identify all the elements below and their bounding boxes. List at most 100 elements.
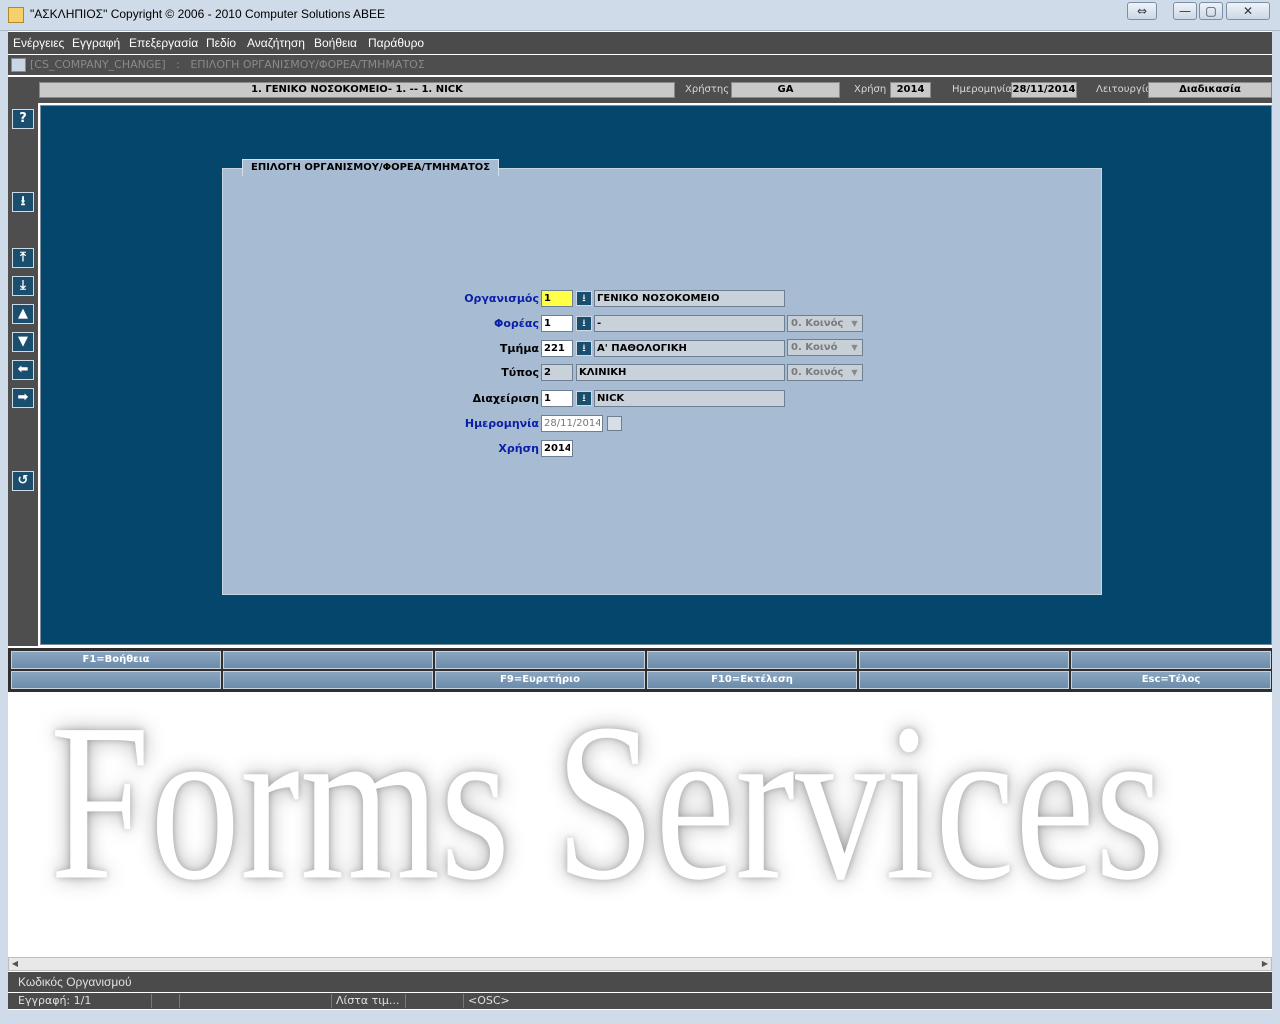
menu-edit[interactable]: Επεξεργασία [129,36,198,50]
foreas-label: Φορέας [494,317,539,330]
status-lov: Λίστα τιμ... [332,994,406,1008]
menu-actions[interactable]: Ενέργειες [13,36,64,50]
fkey-exit-button[interactable]: Esc=Τέλος [1071,671,1271,689]
status-cell-3 [180,994,332,1008]
foreas-lov-icon[interactable]: ⭳ [576,316,592,331]
imerominia-input[interactable] [541,415,603,432]
fkey-r1-c2[interactable] [223,651,433,669]
next-block-icon[interactable]: ➡ [12,388,34,408]
selection-panel: Οργανισμός ⭳ Φορέας ⭳ 0. Κοινός ▼ Τμήμα ⭳… [222,168,1102,595]
vertical-toolbar: ? ⭳ ⤒ ⤓ ▲ ▼ ⬅ ➡ ↺ [8,103,38,646]
organismos-desc-field [594,290,785,307]
diaxeirisi-code-input[interactable] [541,390,573,407]
window-frame-bottom [0,1010,1280,1024]
foreas-type-select[interactable]: 0. Κοινός ▼ [787,315,863,332]
tmima-type-select[interactable]: 0. Κοινό ▼ [787,339,863,356]
function-key-bar: F1=Βοήθεια F9=Ευρετήριο F10=Εκτέλεση Esc… [8,648,1272,692]
window-titlebar: "ΑΣΚΛΗΠΙΟΣ" Copyright © 2006 - 2010 Comp… [0,0,1280,31]
form-path-bar: [CS_COMPANY_CHANGE] : ΕΠΙΛΟΓΗ ΟΡΓΑΝΙΣΜΟΥ… [8,55,1272,75]
first-record-icon[interactable]: ⤒ [12,248,34,268]
typos-label: Τύπος [501,366,539,379]
status-bar: Εγγραφή: 1/1 Λίστα τιμ... <OSC> [8,993,1272,1009]
fkey-r2-c5[interactable] [859,671,1069,689]
typos-type-select[interactable]: 0. Κοινός ▼ [787,364,863,381]
scroll-left-icon[interactable]: ◀ [9,958,21,970]
fkey-execute-button[interactable]: F10=Εκτέλεση [647,671,857,689]
undo-icon[interactable]: ↺ [12,471,34,491]
context-info-bar: 1. ΓΕΝΙΚΟ ΝΟΣΟΚΟΜΕΙΟ- 1. -- 1. NICK Χρήσ… [8,77,1272,103]
forms-services-watermark: Forms Services [50,677,1165,927]
menu-window[interactable]: Παράθυρο [368,36,424,50]
diaxeirisi-desc-field [594,390,785,407]
fkey-r1-c4[interactable] [647,651,857,669]
function-label: Λειτουργία [1096,84,1152,95]
diaxeirisi-label: Διαχείριση [472,392,539,405]
fkey-r1-c3[interactable] [435,651,645,669]
fkey-r1-c6[interactable] [1071,651,1271,669]
close-button[interactable]: ✕ [1226,2,1270,20]
window-frame-left [0,30,8,1010]
tmima-desc-field [594,340,785,357]
tmima-code-input[interactable] [541,340,573,357]
form-document-icon [11,58,26,72]
diaxeirisi-lov-icon[interactable]: ⭳ [576,391,592,406]
status-cell-5 [406,994,464,1008]
organismos-code-input[interactable] [541,290,573,307]
last-record-icon[interactable]: ⤓ [12,276,34,296]
fkey-index-button[interactable]: F9=Ευρετήριο [435,671,645,689]
typos-desc-field [576,364,785,381]
chevron-down-icon: ▼ [851,343,858,352]
next-record-icon[interactable]: ▼ [12,332,34,352]
status-message: Κωδικός Οργανισμού [18,975,132,989]
year-label: Χρήση [854,84,887,95]
menu-field[interactable]: Πεδίο [206,36,236,50]
xrisi-label: Χρήση [498,442,539,455]
fkey-r2-c2[interactable] [223,671,433,689]
panel-title: ΕΠΙΛΟΓΗ ΟΡΓΑΝΙΣΜΟΥ/ΦΟΡΕΑ/ΤΜΗΜΑΤΟΣ [242,159,500,176]
app-icon [8,7,24,23]
previous-record-icon[interactable]: ▲ [12,304,34,324]
menu-help[interactable]: Βοήθεια [314,36,357,50]
date-value: 28/11/2014 [1011,82,1077,98]
status-mode: <OSC> [468,994,510,1007]
form-path: [CS_COMPANY_CHANGE] : ΕΠΙΛΟΓΗ ΟΡΓΑΝΙΣΜΟΥ… [30,58,425,71]
minimize-button[interactable]: — [1173,2,1197,20]
status-record: Εγγραφή: 1/1 [14,994,152,1008]
organismos-lov-icon[interactable]: ⭳ [576,291,592,306]
chevron-down-icon: ▼ [851,368,858,377]
fkey-help-button[interactable]: F1=Βοήθεια [11,651,221,669]
tmima-lov-icon[interactable]: ⭳ [576,341,592,356]
tmima-type-value: 0. Κοινό [791,342,838,353]
message-bar: Κωδικός Οργανισμού [8,972,1272,992]
organization-display: 1. ΓΕΝΙΚΟ ΝΟΣΟΚΟΜΕΙΟ- 1. -- 1. NICK [39,82,675,98]
status-cell-2 [152,994,180,1008]
typos-type-value: 0. Κοινός [791,367,844,378]
foreas-type-value: 0. Κοινός [791,318,844,329]
horizontal-scrollbar[interactable]: ◀ ▶ [8,957,1272,971]
xrisi-input[interactable] [541,440,573,457]
previous-block-icon[interactable]: ⬅ [12,360,34,380]
chevron-down-icon: ▼ [851,319,858,328]
maximize-button[interactable]: ▢ [1199,2,1223,20]
menu-search[interactable]: Αναζήτηση [247,36,305,50]
window-frame-right [1272,30,1280,1010]
help-button[interactable]: ? [12,109,34,129]
calendar-icon[interactable] [607,416,622,431]
scroll-right-icon[interactable]: ▶ [1259,958,1271,970]
foreas-desc-field [594,315,785,332]
list-values-icon[interactable]: ⭳ [12,192,34,212]
typos-code-field [541,364,573,381]
user-label: Χρήστης [685,84,730,95]
window-title: "ΑΣΚΛΗΠΙΟΣ" Copyright © 2006 - 2010 Comp… [30,7,386,21]
date-label: Ημερομηνία [952,84,1013,95]
organismos-label: Οργανισμός [464,292,539,305]
menu-record[interactable]: Εγγραφή [72,36,120,50]
fkey-r2-c1[interactable] [11,671,221,689]
imerominia-label: Ημερομηνία [464,417,539,430]
foreas-code-input[interactable] [541,315,573,332]
function-value: Διαδικασία [1148,82,1272,98]
year-value: 2014 [890,82,931,98]
fkey-r1-c5[interactable] [859,651,1069,669]
restore-window-button[interactable]: ⇔ [1127,2,1157,20]
tmima-label: Τμήμα [499,342,539,355]
